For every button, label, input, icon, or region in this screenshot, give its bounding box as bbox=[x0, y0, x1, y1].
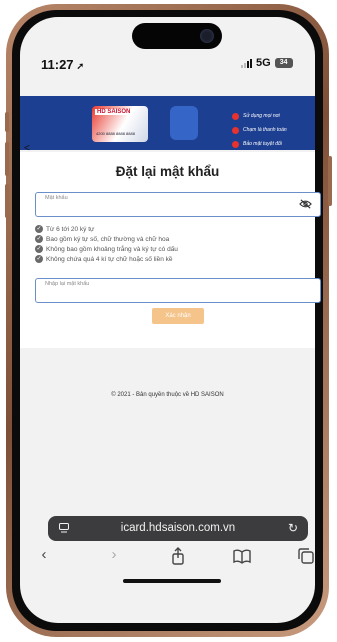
battery-icon: 34 bbox=[274, 58, 293, 68]
password-field[interactable]: Mật khẩu bbox=[35, 192, 321, 217]
bookmarks-icon[interactable] bbox=[232, 546, 252, 566]
forward-icon[interactable]: › bbox=[104, 546, 124, 566]
password-rule: ✓ Từ 6 tới 20 ký tự bbox=[35, 225, 95, 233]
promo-banner: HD SAISON 4200 8888 8888 8888 Sử dụng mọ… bbox=[20, 96, 315, 150]
volume-down-button bbox=[5, 184, 9, 218]
confirm-password-field-label: Nhập lại mật khẩu bbox=[45, 281, 90, 287]
url-text: icard.hdsaison.com.vn bbox=[120, 522, 236, 534]
banner-feature: Bảo mật tuyệt đối bbox=[232, 137, 312, 150]
action-button bbox=[5, 112, 9, 132]
location-arrow-icon: ➚ bbox=[76, 61, 85, 71]
gift-icon bbox=[170, 106, 198, 140]
status-indicators: 5G 34 bbox=[241, 57, 293, 69]
home-indicator bbox=[123, 579, 221, 583]
bullet-icon bbox=[232, 112, 239, 120]
network-type: 5G bbox=[256, 57, 271, 69]
banner-feature: Chạm là thanh toán bbox=[232, 123, 312, 137]
back-icon[interactable]: ‹ bbox=[34, 546, 54, 566]
dynamic-island bbox=[132, 23, 222, 49]
password-field-label: Mật khẩu bbox=[45, 195, 68, 201]
card-image: HD SAISON 4200 8888 8888 8888 bbox=[92, 106, 148, 142]
password-rule: ✓ Không bao gồm khoảng trắng và ký tự có … bbox=[35, 245, 178, 253]
check-circle-icon: ✓ bbox=[35, 235, 43, 243]
card-brand-logo: HD SAISON bbox=[95, 109, 133, 115]
banner-feature: Sử dụng mọi nơi bbox=[232, 109, 312, 123]
power-button bbox=[328, 156, 332, 206]
password-rules: ✓ Từ 6 tới 20 ký tự ✓ Bao gồm ký tự số, ch… bbox=[35, 224, 178, 264]
confirm-button[interactable]: Xác nhận bbox=[152, 308, 204, 324]
banner-features: Sử dụng mọi nơi Chạm là thanh toán Bảo m… bbox=[232, 109, 312, 150]
browser-toolbar: ‹ › bbox=[26, 546, 316, 566]
volume-up-button bbox=[5, 142, 9, 176]
card-number: 4200 8888 8888 8888 bbox=[96, 131, 135, 136]
signal-icon bbox=[241, 58, 252, 68]
share-icon[interactable] bbox=[168, 546, 188, 566]
reload-icon[interactable]: ↻ bbox=[288, 521, 298, 535]
page-title: Đặt lại mật khẩu bbox=[115, 164, 220, 179]
check-circle-icon: ✓ bbox=[35, 255, 43, 263]
password-rule: ✓ Không chứa quá 4 kí tự chữ hoặc số liền… bbox=[35, 255, 173, 263]
eye-slash-icon[interactable] bbox=[299, 199, 312, 209]
confirm-password-field[interactable]: Nhập lại mật khẩu bbox=[35, 278, 321, 303]
address-bar[interactable]: icard.hdsaison.com.vn ↻ bbox=[48, 516, 308, 541]
tabs-icon[interactable] bbox=[296, 546, 316, 566]
bullet-icon bbox=[232, 140, 239, 148]
bullet-icon bbox=[232, 126, 239, 134]
check-circle-icon: ✓ bbox=[35, 245, 43, 253]
reset-password-panel: Đặt lại mật khẩu Mật khẩu ✓ Từ 6 tới 20 k… bbox=[20, 152, 321, 348]
camera-icon bbox=[200, 29, 214, 43]
copyright-text: © 2021 - Bản quyền thuộc về HD SAISON bbox=[111, 392, 224, 398]
check-circle-icon: ✓ bbox=[35, 225, 43, 233]
password-rule: ✓ Bao gồm ký tự số, chữ thường và chữ hoa bbox=[35, 235, 170, 243]
status-time: 11:27 ➚ bbox=[41, 57, 85, 72]
